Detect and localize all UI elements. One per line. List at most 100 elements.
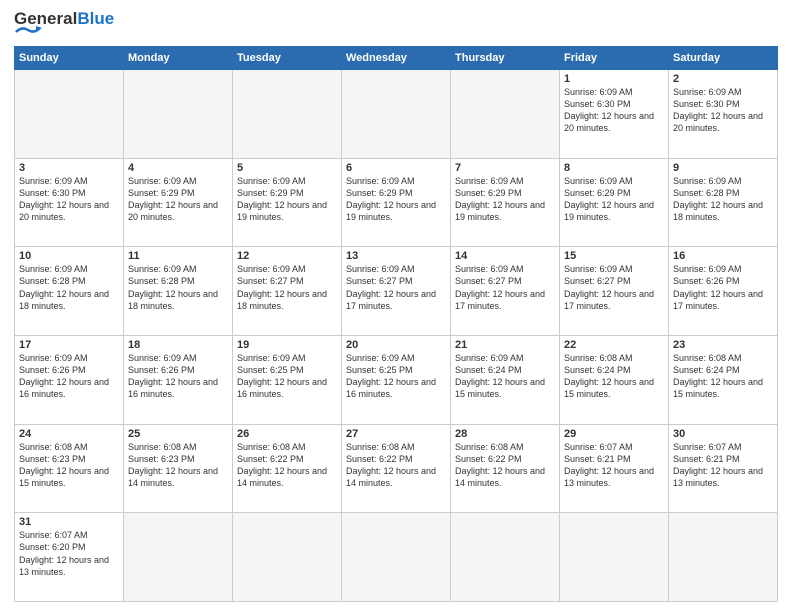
day-info: Sunrise: 6:09 AM Sunset: 6:27 PM Dayligh… (455, 263, 555, 312)
calendar-cell: 12Sunrise: 6:09 AM Sunset: 6:27 PM Dayli… (233, 247, 342, 336)
day-info: Sunrise: 6:09 AM Sunset: 6:25 PM Dayligh… (346, 352, 446, 401)
day-info: Sunrise: 6:09 AM Sunset: 6:24 PM Dayligh… (455, 352, 555, 401)
day-info: Sunrise: 6:08 AM Sunset: 6:24 PM Dayligh… (564, 352, 664, 401)
week-row-1: 1Sunrise: 6:09 AM Sunset: 6:30 PM Daylig… (15, 69, 778, 158)
day-number: 5 (237, 162, 337, 174)
header-thursday: Thursday (451, 46, 560, 69)
calendar-cell (233, 513, 342, 602)
calendar-cell: 27Sunrise: 6:08 AM Sunset: 6:22 PM Dayli… (342, 424, 451, 513)
calendar-cell: 15Sunrise: 6:09 AM Sunset: 6:27 PM Dayli… (560, 247, 669, 336)
calendar-cell (669, 513, 778, 602)
calendar-cell: 11Sunrise: 6:09 AM Sunset: 6:28 PM Dayli… (124, 247, 233, 336)
day-number: 6 (346, 162, 446, 174)
calendar-cell: 4Sunrise: 6:09 AM Sunset: 6:29 PM Daylig… (124, 158, 233, 247)
day-info: Sunrise: 6:09 AM Sunset: 6:28 PM Dayligh… (673, 175, 773, 224)
day-number: 15 (564, 250, 664, 262)
calendar-cell: 23Sunrise: 6:08 AM Sunset: 6:24 PM Dayli… (669, 335, 778, 424)
calendar-cell: 22Sunrise: 6:08 AM Sunset: 6:24 PM Dayli… (560, 335, 669, 424)
day-number: 13 (346, 250, 446, 262)
calendar-header-row: SundayMondayTuesdayWednesdayThursdayFrid… (15, 46, 778, 69)
day-info: Sunrise: 6:09 AM Sunset: 6:26 PM Dayligh… (128, 352, 228, 401)
day-number: 24 (19, 428, 119, 440)
day-number: 11 (128, 250, 228, 262)
calendar-cell: 3Sunrise: 6:09 AM Sunset: 6:30 PM Daylig… (15, 158, 124, 247)
calendar-cell: 1Sunrise: 6:09 AM Sunset: 6:30 PM Daylig… (560, 69, 669, 158)
day-number: 18 (128, 339, 228, 351)
day-info: Sunrise: 6:09 AM Sunset: 6:27 PM Dayligh… (564, 263, 664, 312)
calendar-cell (15, 69, 124, 158)
calendar-table: SundayMondayTuesdayWednesdayThursdayFrid… (14, 46, 778, 602)
week-row-3: 10Sunrise: 6:09 AM Sunset: 6:28 PM Dayli… (15, 247, 778, 336)
header-tuesday: Tuesday (233, 46, 342, 69)
day-info: Sunrise: 6:09 AM Sunset: 6:26 PM Dayligh… (19, 352, 119, 401)
day-number: 16 (673, 250, 773, 262)
calendar-cell: 7Sunrise: 6:09 AM Sunset: 6:29 PM Daylig… (451, 158, 560, 247)
day-number: 10 (19, 250, 119, 262)
calendar-cell: 9Sunrise: 6:09 AM Sunset: 6:28 PM Daylig… (669, 158, 778, 247)
calendar-cell: 14Sunrise: 6:09 AM Sunset: 6:27 PM Dayli… (451, 247, 560, 336)
week-row-2: 3Sunrise: 6:09 AM Sunset: 6:30 PM Daylig… (15, 158, 778, 247)
calendar-cell: 31Sunrise: 6:07 AM Sunset: 6:20 PM Dayli… (15, 513, 124, 602)
day-number: 27 (346, 428, 446, 440)
day-info: Sunrise: 6:09 AM Sunset: 6:27 PM Dayligh… (237, 263, 337, 312)
page: GeneralBlue SundayMondayTuesdayWednesday… (0, 0, 792, 612)
day-number: 3 (19, 162, 119, 174)
day-number: 8 (564, 162, 664, 174)
day-number: 7 (455, 162, 555, 174)
day-number: 2 (673, 73, 773, 85)
day-info: Sunrise: 6:08 AM Sunset: 6:23 PM Dayligh… (19, 441, 119, 490)
day-info: Sunrise: 6:09 AM Sunset: 6:29 PM Dayligh… (346, 175, 446, 224)
day-info: Sunrise: 6:09 AM Sunset: 6:29 PM Dayligh… (455, 175, 555, 224)
day-info: Sunrise: 6:09 AM Sunset: 6:25 PM Dayligh… (237, 352, 337, 401)
day-info: Sunrise: 6:09 AM Sunset: 6:27 PM Dayligh… (346, 263, 446, 312)
day-number: 4 (128, 162, 228, 174)
calendar-cell (124, 69, 233, 158)
day-info: Sunrise: 6:08 AM Sunset: 6:22 PM Dayligh… (455, 441, 555, 490)
day-number: 17 (19, 339, 119, 351)
calendar-cell (233, 69, 342, 158)
calendar-cell: 20Sunrise: 6:09 AM Sunset: 6:25 PM Dayli… (342, 335, 451, 424)
calendar-cell: 30Sunrise: 6:07 AM Sunset: 6:21 PM Dayli… (669, 424, 778, 513)
day-info: Sunrise: 6:08 AM Sunset: 6:22 PM Dayligh… (346, 441, 446, 490)
calendar-cell: 8Sunrise: 6:09 AM Sunset: 6:29 PM Daylig… (560, 158, 669, 247)
calendar-cell: 10Sunrise: 6:09 AM Sunset: 6:28 PM Dayli… (15, 247, 124, 336)
day-info: Sunrise: 6:09 AM Sunset: 6:29 PM Dayligh… (564, 175, 664, 224)
day-number: 21 (455, 339, 555, 351)
day-info: Sunrise: 6:09 AM Sunset: 6:29 PM Dayligh… (128, 175, 228, 224)
week-row-5: 24Sunrise: 6:08 AM Sunset: 6:23 PM Dayli… (15, 424, 778, 513)
day-number: 31 (19, 516, 119, 528)
calendar-cell: 28Sunrise: 6:08 AM Sunset: 6:22 PM Dayli… (451, 424, 560, 513)
day-info: Sunrise: 6:07 AM Sunset: 6:21 PM Dayligh… (673, 441, 773, 490)
week-row-4: 17Sunrise: 6:09 AM Sunset: 6:26 PM Dayli… (15, 335, 778, 424)
day-info: Sunrise: 6:09 AM Sunset: 6:28 PM Dayligh… (19, 263, 119, 312)
day-info: Sunrise: 6:09 AM Sunset: 6:30 PM Dayligh… (673, 86, 773, 135)
header: GeneralBlue (14, 10, 778, 38)
logo-swoosh-icon (14, 26, 42, 38)
day-info: Sunrise: 6:08 AM Sunset: 6:22 PM Dayligh… (237, 441, 337, 490)
calendar-cell: 16Sunrise: 6:09 AM Sunset: 6:26 PM Dayli… (669, 247, 778, 336)
calendar-cell: 6Sunrise: 6:09 AM Sunset: 6:29 PM Daylig… (342, 158, 451, 247)
header-friday: Friday (560, 46, 669, 69)
calendar-cell: 2Sunrise: 6:09 AM Sunset: 6:30 PM Daylig… (669, 69, 778, 158)
calendar-cell: 21Sunrise: 6:09 AM Sunset: 6:24 PM Dayli… (451, 335, 560, 424)
day-number: 12 (237, 250, 337, 262)
calendar-cell (342, 69, 451, 158)
day-number: 26 (237, 428, 337, 440)
day-info: Sunrise: 6:07 AM Sunset: 6:20 PM Dayligh… (19, 529, 119, 578)
calendar-cell: 13Sunrise: 6:09 AM Sunset: 6:27 PM Dayli… (342, 247, 451, 336)
day-number: 1 (564, 73, 664, 85)
day-info: Sunrise: 6:08 AM Sunset: 6:24 PM Dayligh… (673, 352, 773, 401)
calendar-cell: 25Sunrise: 6:08 AM Sunset: 6:23 PM Dayli… (124, 424, 233, 513)
calendar-cell: 5Sunrise: 6:09 AM Sunset: 6:29 PM Daylig… (233, 158, 342, 247)
day-number: 23 (673, 339, 773, 351)
day-info: Sunrise: 6:09 AM Sunset: 6:30 PM Dayligh… (19, 175, 119, 224)
day-number: 22 (564, 339, 664, 351)
day-number: 28 (455, 428, 555, 440)
calendar-cell: 18Sunrise: 6:09 AM Sunset: 6:26 PM Dayli… (124, 335, 233, 424)
day-number: 29 (564, 428, 664, 440)
day-number: 30 (673, 428, 773, 440)
header-wednesday: Wednesday (342, 46, 451, 69)
calendar-cell (451, 513, 560, 602)
day-info: Sunrise: 6:09 AM Sunset: 6:30 PM Dayligh… (564, 86, 664, 135)
day-number: 20 (346, 339, 446, 351)
